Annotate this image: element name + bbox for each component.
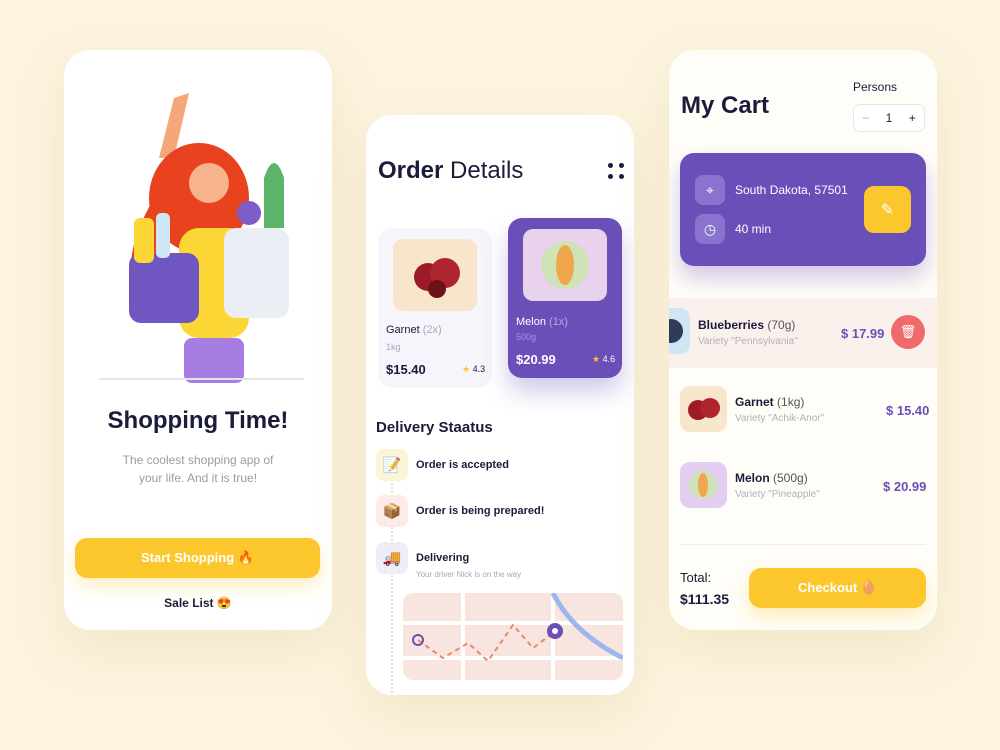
name: Melon [516, 316, 546, 328]
delivery-map[interactable] [403, 593, 623, 680]
start-shopping-button[interactable]: Start Shopping 🔥 [75, 538, 320, 578]
item-price: $ 20.99 [883, 479, 927, 494]
cart-item-text: Melon (500g) Variety "Pineapple" [735, 471, 820, 500]
garnet-image [393, 239, 477, 311]
qty: (1x) [549, 316, 568, 328]
order-details-screen: Order Details Garnet (2x) 1kg $15.40 ★ 4… [366, 115, 634, 695]
cart-item-melon[interactable]: Melon (500g) Variety "Pineapple" $ 20.99 [669, 461, 937, 511]
rating: 4.6 [602, 354, 616, 364]
qty: (2x) [422, 324, 442, 336]
subtitle-line: The coolest shopping app of [122, 453, 274, 467]
star-icon: ★ [462, 364, 471, 374]
step-label: Order is being prepared! [416, 505, 545, 517]
garnet-image [680, 386, 727, 432]
product-price: $15.40 [386, 362, 426, 377]
plus-button[interactable]: + [909, 111, 916, 125]
product-rating: ★ 4.6 [592, 354, 615, 365]
dots-grid-icon[interactable] [608, 163, 624, 179]
name: Garnet [386, 324, 420, 336]
item-variety: Variety "Pennsylvania" [698, 336, 798, 347]
persons-value: 1 [885, 111, 893, 125]
checkout-button[interactable]: Checkout 🥚 [749, 568, 926, 608]
page-title: Order Details [378, 157, 523, 185]
item-name: Melon [735, 471, 770, 485]
product-rating: ★ 4.3 [462, 364, 485, 375]
item-price: $ 17.99 [841, 326, 885, 341]
persons-label: Persons [853, 80, 898, 94]
step-label: Delivering [416, 552, 470, 564]
welcome-title: Shopping Time! [107, 407, 289, 434]
rating: 4.3 [472, 364, 486, 374]
title-rest: Details [443, 157, 524, 184]
product-price: $20.99 [516, 352, 556, 367]
item-variety: Variety "Pineapple" [735, 489, 820, 500]
order-prepared-icon: 📦 [376, 495, 408, 527]
melon-image [523, 229, 607, 301]
item-qty: (1kg) [777, 395, 805, 409]
clock-icon: ◷ [695, 214, 725, 244]
step-sub: Your driver Nick is on the way [416, 570, 522, 579]
minus-button[interactable]: − [862, 111, 869, 125]
delivering-icon: 🚚 [376, 542, 408, 574]
cart-item-text: Garnet (1kg) Variety "Achik-Anor" [735, 395, 824, 424]
product-weight: 500g [516, 332, 537, 342]
blueberries-image [669, 308, 690, 354]
subtitle-line: your life. And it is true! [138, 471, 258, 485]
delivery-time: 40 min [735, 222, 772, 236]
item-variety: Variety "Achik-Anor" [735, 413, 825, 424]
welcome-screen: Shopping Time! The coolest shopping app … [64, 50, 332, 630]
cart-item-garnet[interactable]: Garnet (1kg) Variety "Achik-Anor" $ 15.40 [669, 385, 937, 435]
shopper-illustration [99, 93, 304, 383]
location-pin-icon: ⌖ [695, 175, 725, 205]
step-label: Order is accepted [416, 459, 509, 471]
star-icon: ★ [592, 354, 601, 364]
total-value: $111.35 [680, 591, 730, 607]
product-weight: 1kg [386, 342, 401, 352]
item-price: $ 15.40 [886, 403, 930, 418]
cart-item-text: Blueberries (70g) Variety "Pennsylvania" [698, 318, 798, 347]
divider [680, 544, 926, 545]
item-name: Garnet [735, 395, 774, 409]
order-accepted-icon: 📝 [376, 449, 408, 481]
cart-item-blueberries[interactable]: Blueberries (70g) Variety "Pennsylvania" … [669, 298, 937, 368]
item-name: Blueberries [698, 318, 765, 332]
title-bold: Order [378, 157, 444, 184]
page-title: My Cart [681, 92, 770, 119]
product-name: Garnet (2x) [386, 324, 442, 336]
delivery-status-title: Delivery Staatus [376, 419, 493, 436]
item-qty: (70g) [767, 318, 796, 332]
product-name: Melon (1x) [516, 316, 568, 328]
item-qty: (500g) [773, 471, 808, 485]
delivery-info-card: ⌖ South Dakota, 57501 ◷ 40 min ✎ [680, 153, 926, 266]
address: South Dakota, 57501 [735, 183, 848, 197]
edit-pencil-button[interactable]: ✎ [864, 186, 911, 233]
cart-screen: My Cart Persons − 1 + ⌖ South Dakota, 57… [669, 50, 937, 630]
welcome-subtitle: The coolest shopping app of your life. A… [64, 451, 332, 487]
trash-icon[interactable]: 🗑 [891, 315, 925, 349]
sale-list-link[interactable]: Sale List 😍 [64, 596, 332, 610]
product-card-garnet[interactable]: Garnet (2x) 1kg $15.40 ★ 4.3 [378, 228, 492, 388]
total-label: Total: [680, 570, 712, 585]
melon-image [680, 462, 727, 508]
persons-stepper[interactable]: − 1 + [853, 104, 925, 132]
product-card-melon[interactable]: Melon (1x) 500g $20.99 ★ 4.6 [508, 218, 622, 378]
